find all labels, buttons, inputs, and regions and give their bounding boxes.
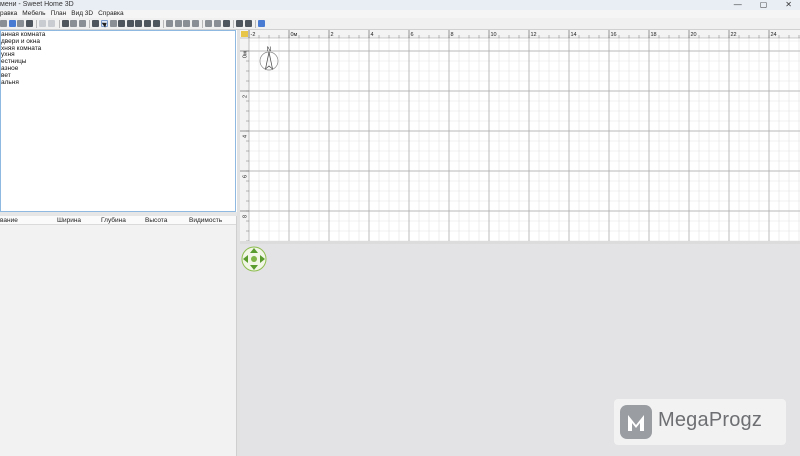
create-photo-icon[interactable] bbox=[236, 20, 244, 27]
left-ruler-label: 4 bbox=[243, 135, 249, 138]
add-furniture-icon[interactable] bbox=[92, 20, 100, 27]
top-ruler-label: 8 bbox=[451, 32, 454, 38]
italic-text-icon[interactable] bbox=[191, 20, 199, 27]
catalog-list: анная комната двери и окна хняя комната … bbox=[1, 31, 235, 86]
top-ruler-label: 18 bbox=[651, 32, 657, 38]
top-ruler-label: -2 bbox=[251, 32, 256, 38]
catalog-category[interactable]: естницы bbox=[1, 58, 235, 66]
minimize-button[interactable]: — bbox=[734, 0, 742, 10]
new-home-icon[interactable] bbox=[0, 20, 7, 27]
compass-north-label: N bbox=[267, 47, 271, 53]
column-width[interactable]: Ширина bbox=[57, 217, 81, 224]
column-name[interactable]: вание bbox=[0, 217, 18, 224]
top-ruler-label: 6 bbox=[411, 32, 414, 38]
top-ruler-label: 20 bbox=[691, 32, 697, 38]
paste-icon[interactable] bbox=[78, 20, 86, 27]
window-title: мени - Sweet Home 3D bbox=[0, 1, 74, 8]
left-ruler-label: 8 bbox=[243, 215, 249, 218]
window-controls: — ▢ ✕ bbox=[734, 0, 792, 10]
pan-mode-icon[interactable] bbox=[109, 20, 117, 27]
column-height[interactable]: Высота bbox=[145, 217, 167, 224]
top-ruler bbox=[240, 30, 800, 38]
grid-minor-lines bbox=[248, 38, 800, 241]
catalog-category[interactable]: ухня bbox=[1, 52, 235, 59]
top-ruler-label: 14 bbox=[571, 32, 577, 38]
top-ruler-label: 16 bbox=[611, 32, 617, 38]
increase-text-icon[interactable] bbox=[166, 20, 174, 27]
top-ruler-label: 2 bbox=[331, 32, 334, 38]
column-depth[interactable]: Глубина bbox=[101, 217, 126, 224]
create-video-icon[interactable] bbox=[244, 20, 252, 27]
menu-bar: равка Мебель План Вид 3D Справка bbox=[0, 10, 800, 18]
top-ruler-label: 22 bbox=[731, 32, 737, 38]
left-ruler-label: 2 bbox=[243, 95, 249, 98]
left-ruler-label: 0м bbox=[243, 51, 249, 58]
3d-view[interactable]: MegaProgz bbox=[240, 244, 800, 456]
catalog-category[interactable]: вет bbox=[1, 72, 235, 80]
open-icon[interactable] bbox=[8, 20, 16, 27]
toolbar-separator bbox=[89, 19, 91, 28]
toolbar-separator bbox=[233, 19, 235, 28]
close-button[interactable]: ✕ bbox=[785, 0, 792, 10]
redo-icon[interactable] bbox=[47, 20, 55, 27]
watermark: MegaProgz bbox=[614, 399, 786, 445]
furniture-list: вание Ширина Глубина Высота Видимость bbox=[0, 216, 237, 456]
select-mode-icon[interactable] bbox=[100, 20, 108, 27]
toolbar-separator bbox=[58, 19, 60, 28]
decrease-text-icon[interactable] bbox=[174, 20, 182, 27]
catalog-category[interactable]: альня bbox=[1, 79, 235, 87]
create-labels-icon[interactable] bbox=[152, 20, 160, 27]
column-visibility[interactable]: Видимость bbox=[189, 217, 222, 224]
maximize-button[interactable]: ▢ bbox=[760, 0, 768, 10]
toolbar-separator bbox=[202, 19, 204, 28]
plan-grid[interactable]: -2 0м 2 4 6 8 10 12 14 16 18 20 22 24 0м2468 N bbox=[240, 30, 800, 241]
zoom-in-icon[interactable] bbox=[205, 20, 213, 27]
watermark-text: MegaProgz bbox=[658, 409, 763, 431]
menu-3d-view[interactable]: Вид 3D bbox=[71, 10, 93, 18]
undo-icon[interactable] bbox=[39, 20, 47, 27]
menu-edit[interactable]: равка bbox=[0, 10, 17, 18]
copy-icon[interactable] bbox=[70, 20, 78, 27]
catalog-category[interactable]: хняя комната bbox=[1, 45, 235, 53]
menu-plan[interactable]: План bbox=[51, 10, 67, 18]
catalog-category[interactable]: азное bbox=[1, 65, 235, 73]
zoom-fit-icon[interactable] bbox=[222, 20, 230, 27]
bold-text-icon[interactable] bbox=[183, 20, 191, 27]
zoom-out-icon[interactable] bbox=[214, 20, 222, 27]
create-dimensions-icon[interactable] bbox=[143, 20, 151, 27]
ruler-corner-icon[interactable] bbox=[241, 31, 248, 37]
top-ruler-label: 12 bbox=[531, 32, 537, 38]
save-icon[interactable] bbox=[17, 20, 25, 27]
toolbar-separator bbox=[255, 19, 257, 28]
help-icon[interactable] bbox=[258, 20, 266, 27]
furniture-catalog: анная комната двери и окна хняя комната … bbox=[0, 30, 236, 212]
create-walls-icon[interactable] bbox=[118, 20, 126, 27]
toolbar-separator bbox=[36, 19, 38, 28]
plan-view[interactable]: -2 0м 2 4 6 8 10 12 14 16 18 20 22 24 0м 2 4 6 8 N bbox=[240, 30, 800, 241]
left-ruler-label: 6 bbox=[243, 175, 249, 178]
cut-icon[interactable] bbox=[25, 20, 33, 27]
create-rooms-icon[interactable] bbox=[126, 20, 134, 27]
toolbar bbox=[0, 18, 800, 30]
create-polylines-icon[interactable] bbox=[135, 20, 143, 27]
3d-navigation-icon[interactable] bbox=[241, 246, 267, 272]
menu-help[interactable]: Справка bbox=[98, 10, 124, 18]
grid-major-lines bbox=[249, 38, 800, 241]
top-ruler-label: 24 bbox=[771, 32, 777, 38]
top-ruler-label: 0м bbox=[291, 32, 298, 38]
menu-furniture[interactable]: Мебель bbox=[22, 10, 45, 18]
furniture-table-header: вание Ширина Глубина Высота Видимость bbox=[0, 216, 236, 225]
megaprogz-logo-icon bbox=[620, 405, 652, 439]
top-ruler-label: 4 bbox=[371, 32, 374, 38]
scissors-icon[interactable] bbox=[61, 20, 69, 27]
toolbar-separator bbox=[163, 19, 165, 28]
top-ruler-label: 10 bbox=[491, 32, 497, 38]
